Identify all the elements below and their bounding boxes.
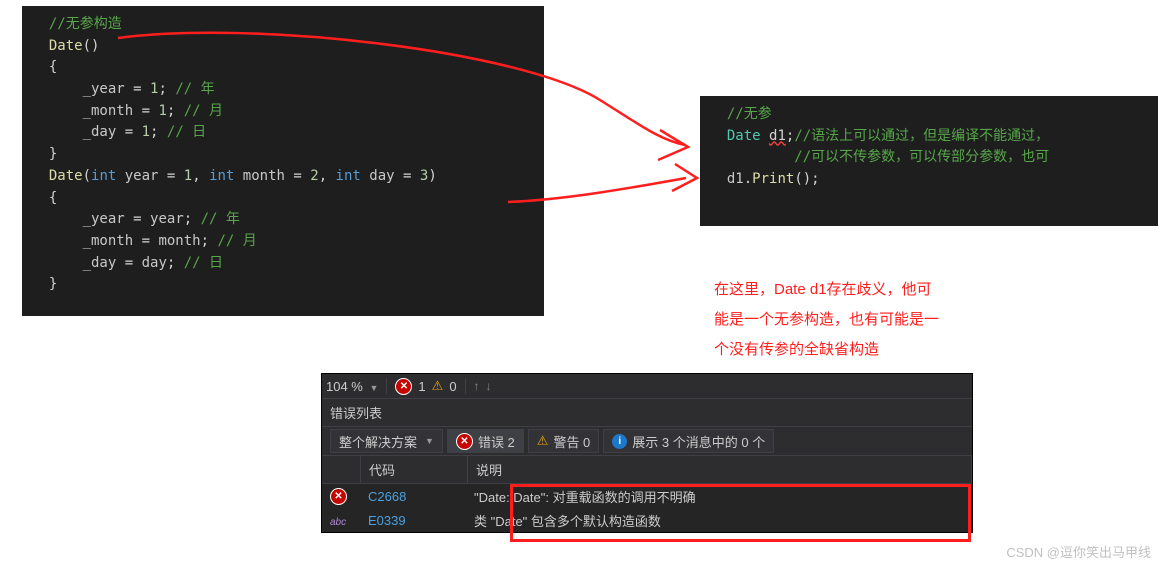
error-filter-button[interactable]: ✕错误 2 bbox=[447, 429, 524, 453]
scope-dropdown[interactable]: 整个解决方案▼ bbox=[330, 429, 443, 453]
nav-down-icon[interactable]: ↓ bbox=[486, 379, 492, 393]
highlight-box bbox=[510, 484, 971, 542]
error-panel: 104 % ▼ ✕1 ⚠0 ↑ ↓ 错误列表 整个解决方案▼ ✕错误 2 ⚠警告… bbox=[321, 373, 973, 533]
error-panel-toolbar: 104 % ▼ ✕1 ⚠0 ↑ ↓ bbox=[322, 374, 972, 399]
info-filter-button[interactable]: i展示 3 个消息中的 0 个 bbox=[603, 429, 774, 453]
zoom-level[interactable]: 104 % ▼ bbox=[326, 379, 378, 394]
nav-up-icon[interactable]: ↑ bbox=[474, 379, 480, 393]
warning-filter-button[interactable]: ⚠警告 0 bbox=[528, 429, 600, 453]
code-block-left: //无参构造 Date() { _year = 1; // 年 _month =… bbox=[22, 6, 544, 316]
intellisense-icon: abc bbox=[330, 517, 346, 528]
watermark: CSDN @逗你笑出马甲线 bbox=[1006, 542, 1151, 561]
error-icon: ✕ bbox=[330, 488, 347, 505]
error-list-title: 错误列表 bbox=[322, 399, 972, 427]
error-count-icon[interactable]: ✕ bbox=[395, 378, 412, 395]
explanation-text: 在这里，Date d1存在歧义，他可 能是一个无参构造，也有可能是一 个没有传参… bbox=[714, 275, 939, 365]
error-table: 代码 说明 ✕ C2668 "Date::Date": 对重载函数的调用不明确 … bbox=[322, 456, 972, 532]
col-header-desc[interactable]: 说明 bbox=[468, 456, 972, 483]
error-filter-bar: 整个解决方案▼ ✕错误 2 ⚠警告 0 i展示 3 个消息中的 0 个 bbox=[322, 427, 972, 456]
col-header-code[interactable]: 代码 bbox=[361, 456, 468, 483]
code-block-right: //无参 Date d1;//语法上可以通过，但是编译不能通过， //可以不传参… bbox=[700, 96, 1158, 226]
warning-count-icon[interactable]: ⚠ bbox=[432, 378, 444, 394]
